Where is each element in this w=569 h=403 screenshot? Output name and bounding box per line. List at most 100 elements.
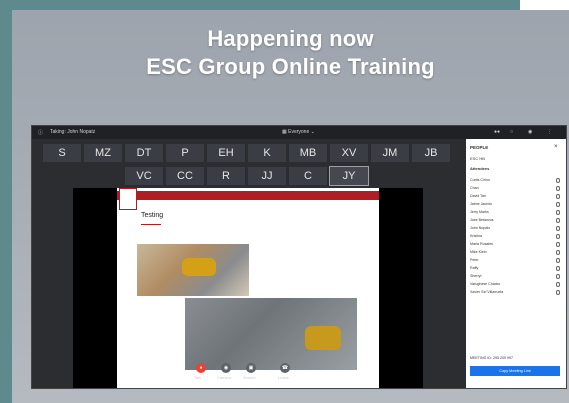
- attendee-name: John Nopatz: [470, 226, 491, 230]
- attendee-name: Jose Betanzos: [470, 218, 494, 222]
- list-item[interactable]: Peter: [466, 257, 566, 265]
- tile-initials: JJ: [261, 170, 273, 182]
- mic-icon: [556, 274, 560, 279]
- participant-tile[interactable]: XV: [329, 143, 369, 163]
- participant-tile[interactable]: R: [206, 166, 246, 186]
- attendees-label[interactable]: Attendees: [470, 166, 489, 171]
- list-item[interactable]: Varughese Chacko: [466, 281, 566, 289]
- participant-tile[interactable]: JJ: [247, 166, 287, 186]
- list-item[interactable]: Xavier Sei Villarruela: [466, 289, 566, 297]
- mic-icon: [556, 210, 560, 215]
- list-item[interactable]: Sherryl: [466, 273, 566, 281]
- settings-icon[interactable]: ◉: [528, 129, 532, 135]
- people-header: PEOPLE: [470, 145, 489, 150]
- attendee-name: Peter: [470, 258, 479, 262]
- attendee-name: Sherryl: [470, 274, 482, 278]
- meeting-topbar: ⓘ Taking: John Nopatz ▦ Everyone ⌄ ●● ○ …: [32, 126, 566, 139]
- attendee-name: David Tan: [470, 194, 486, 198]
- headline-training-title: ESC Group Online Training: [146, 54, 435, 79]
- participant-tile-selected[interactable]: JY: [329, 166, 369, 186]
- participant-tile[interactable]: K: [247, 143, 287, 163]
- tile-initials: CC: [177, 170, 193, 182]
- attendee-name: Chan: [470, 186, 479, 190]
- mic-icon: [556, 178, 560, 183]
- attendee-name: Jaime Jacinto: [470, 202, 492, 206]
- participant-tile[interactable]: C: [288, 166, 328, 186]
- machine-photo-2: [185, 298, 357, 370]
- leave-label: Leave: [278, 375, 289, 380]
- tile-initials: XV: [341, 147, 357, 159]
- participant-tiles: S MZ DT P EH K MB XV JM JB VC CC R JJ C …: [42, 143, 455, 189]
- list-item[interactable]: Kristina: [466, 233, 566, 241]
- participant-tile[interactable]: P: [165, 143, 205, 163]
- tile-initials: DT: [136, 147, 152, 159]
- meeting-id: MEETING ID: 295 209 997: [470, 356, 513, 360]
- mic-icon: [556, 186, 560, 191]
- chat-icon[interactable]: ○: [510, 129, 513, 135]
- list-item[interactable]: Jaime Jacinto: [466, 201, 566, 209]
- tile-initials: VC: [136, 170, 152, 182]
- tile-initials: MB: [299, 147, 317, 159]
- tile-initials: R: [222, 170, 230, 182]
- list-item[interactable]: John Nopatz: [466, 225, 566, 233]
- attendee-name: Raffy: [470, 266, 479, 270]
- list-item[interactable]: Mike Klein: [466, 249, 566, 257]
- participant-tile[interactable]: CC: [165, 166, 205, 186]
- tile-initials: JB: [424, 147, 438, 159]
- people-icon[interactable]: ●●: [494, 129, 500, 135]
- esc-logo-icon: [119, 188, 137, 210]
- list-item[interactable]: Curtis Cirino: [466, 177, 566, 185]
- participant-tile[interactable]: MB: [288, 143, 328, 163]
- tile-initials: P: [181, 147, 189, 159]
- info-icon[interactable]: ⓘ: [38, 129, 43, 136]
- tile-initials: S: [58, 147, 66, 159]
- attendee-name: Xavier Sei Villarruela: [470, 290, 504, 294]
- participant-tile[interactable]: S: [42, 143, 82, 163]
- mic-icon: [556, 258, 560, 263]
- list-item[interactable]: David Tan: [466, 193, 566, 201]
- copy-meeting-link-button[interactable]: Copy Meeting Link: [470, 366, 560, 376]
- camera-label: Camera: [217, 375, 232, 380]
- meeting-controls: ● Talk ◉ Camera ▣ Screen ☎ Leave: [194, 363, 314, 383]
- mic-icon: [556, 242, 560, 247]
- mic-icon: [556, 282, 560, 287]
- mic-icon: [556, 234, 560, 239]
- machine-shape: [182, 258, 216, 276]
- list-item[interactable]: Raffy: [466, 265, 566, 273]
- attendee-name: Varughese Chacko: [470, 282, 501, 286]
- meeting-stage: S MZ DT P EH K MB XV JM JB VC CC R JJ C …: [32, 139, 466, 388]
- attendee-list: Curtis Cirino Chan David Tan Jaime Jacin…: [466, 177, 566, 297]
- speaker-label: Taking: John Nopatz: [50, 129, 96, 135]
- slide-title: Testing: [141, 212, 164, 219]
- mic-icon: [556, 226, 560, 231]
- participant-tile[interactable]: JM: [370, 143, 410, 163]
- presentation-slide: Testing: [117, 188, 379, 388]
- tile-initials: JM: [382, 147, 398, 159]
- list-item[interactable]: Jerry Marks: [466, 209, 566, 217]
- leave-phone-icon[interactable]: ☎: [280, 363, 290, 373]
- camera-icon[interactable]: ◉: [221, 363, 231, 373]
- mic-icon: [556, 218, 560, 223]
- participant-tile[interactable]: JB: [411, 143, 451, 163]
- more-icon[interactable]: ⋮: [547, 129, 552, 135]
- audience-select[interactable]: ▦ Everyone ⌄: [282, 129, 315, 135]
- screen-label: Screen: [243, 375, 256, 380]
- participant-tile[interactable]: VC: [124, 166, 164, 186]
- meeting-screenshot: ⓘ Taking: John Nopatz ▦ Everyone ⌄ ●● ○ …: [31, 125, 567, 389]
- participant-tile[interactable]: MZ: [83, 143, 123, 163]
- list-item[interactable]: Jose Betanzos: [466, 217, 566, 225]
- close-icon[interactable]: ×: [554, 144, 558, 150]
- machine-shape: [305, 326, 341, 350]
- list-item[interactable]: Maria Rosales: [466, 241, 566, 249]
- list-item[interactable]: Chan: [466, 185, 566, 193]
- tile-initials: EH: [218, 147, 234, 159]
- participant-tile[interactable]: DT: [124, 143, 164, 163]
- screen-share-icon[interactable]: ▣: [246, 363, 256, 373]
- participant-tile[interactable]: EH: [206, 143, 246, 163]
- tile-initials: MZ: [95, 147, 111, 159]
- headline-happening-now: Happening now: [207, 26, 374, 51]
- host-label: ESC HB: [470, 156, 485, 161]
- tile-initials: C: [304, 170, 312, 182]
- talk-mic-icon[interactable]: ●: [196, 363, 206, 373]
- mic-icon: [556, 194, 560, 199]
